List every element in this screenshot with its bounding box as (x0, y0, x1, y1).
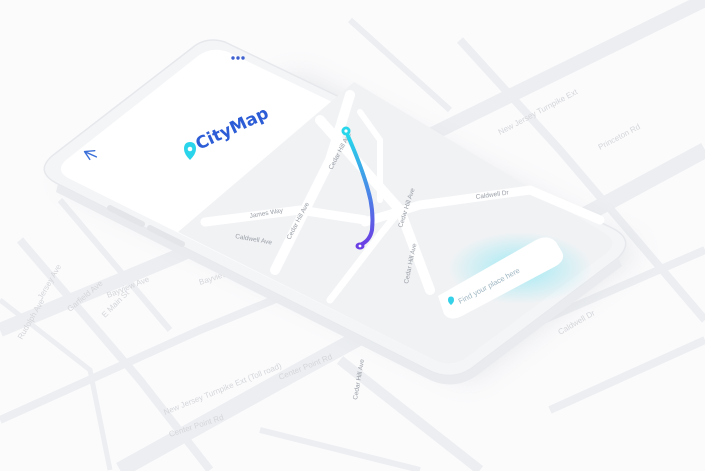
bg-street-label: Princeton Rd (597, 122, 642, 152)
route-end-marker-icon[interactable] (355, 242, 365, 250)
route-start-pin-icon[interactable] (341, 126, 351, 136)
scene: Bayview Ave Bayview Ave Garfield Ave Jer… (0, 0, 705, 471)
more-horizontal-icon (231, 56, 245, 60)
more-menu-button[interactable] (231, 56, 245, 60)
bg-street-label: Center Point Rd (277, 352, 333, 382)
bg-road (259, 427, 421, 471)
bg-road (548, 336, 705, 414)
